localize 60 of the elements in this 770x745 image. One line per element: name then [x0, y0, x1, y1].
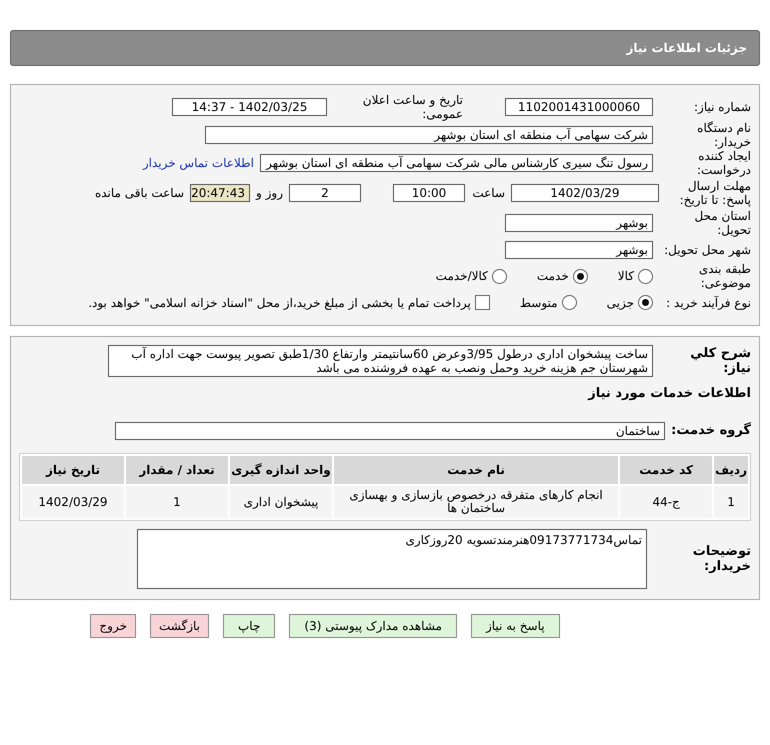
radio-button[interactable]: [638, 268, 653, 284]
input-field[interactable]: 1102001431000060: [505, 98, 653, 116]
input-field[interactable]: شرکت سهامی آب منطقه ای استان بوشهر: [205, 126, 653, 144]
table-cell: انجام کارهای متفرقه درخصوص بازسازی و بهسازی ساختمان ها: [334, 486, 618, 518]
option-label: کالا: [618, 269, 634, 283]
table-cell: 1: [714, 486, 748, 518]
option-label: متوسط: [520, 296, 558, 310]
field-label: شماره نیاز:: [693, 100, 751, 114]
field-label: شهر محل تحویل:: [663, 242, 751, 256]
column-header: تعداد / مقدار: [126, 456, 228, 484]
notes-field[interactable]: تماس09173771734هنرمندتسویه 20روزکاری: [137, 529, 647, 589]
input-field[interactable]: رسول تنگ سیری کارشناس مالی شرکت سهامی آب منطقه ای استان بوشهر: [260, 154, 653, 172]
table-cell: 1: [126, 486, 228, 518]
input-field[interactable]: 10:00: [393, 184, 465, 202]
column-header: کد خدمت: [620, 456, 712, 484]
option-label: پرداخت تمام یا بخشی از مبلغ خرید،از محل "اسناد خزانه اسلامی" خواهد بود.: [88, 296, 471, 310]
field-label: ساعت: [471, 186, 505, 200]
column-header: ردیف: [714, 456, 748, 484]
field-label: نام دستگاه خریدار:: [696, 121, 751, 149]
page-title: جزئیات اطلاعات نیاز: [10, 30, 760, 66]
field-label: ایجاد کننده درخواست:: [696, 149, 751, 177]
table-cell: ج-44: [620, 486, 712, 518]
field-label: گروه خدمت:: [671, 423, 751, 438]
input-field[interactable]: 1402/03/29: [511, 184, 659, 202]
field-label: طبقه بندی موضوعی:: [698, 262, 751, 290]
column-header: نام خدمت: [334, 456, 618, 484]
field-label: نوع فرآیند خرید :: [665, 296, 751, 310]
field-label: شرح کلي نياز:: [689, 346, 751, 376]
action-button[interactable]: خروج: [90, 614, 136, 638]
field-label: مهلت ارسال پاسخ: تا تاریخ:: [678, 179, 751, 207]
radio-button[interactable]: [492, 268, 507, 284]
input-field[interactable]: بوشهر: [505, 240, 653, 258]
input-field[interactable]: 1402/03/25 - 14:37: [172, 98, 327, 116]
input-field[interactable]: بوشهر: [505, 214, 653, 232]
input-field[interactable]: 2: [289, 184, 361, 202]
field-label: توضیحات خریدار:: [692, 544, 751, 574]
option-label: جزیی: [606, 296, 634, 310]
radio-button[interactable]: [562, 295, 577, 310]
checkbox[interactable]: [474, 295, 490, 310]
column-header: تاریخ نیاز: [22, 456, 124, 484]
column-header: واحد اندازه گیری: [230, 456, 332, 484]
action-button[interactable]: مشاهده مدارک پیوستی (3): [289, 614, 457, 638]
description-field[interactable]: ساخت پیشخوان اداری درطول 3/95وعرض 60سانتیمتر وارتفاع 1/30طبق تصویر پیوست جهت اداره آب شهرستان جم هزینه خرید وحمل ونصب به عهده فروشنده می باشد: [108, 345, 653, 377]
countdown-field: 20:47:43: [190, 184, 250, 202]
field-label: تاریخ و ساعت اعلان عمومی:: [362, 93, 463, 121]
option-label: کالا/خدمت: [436, 269, 488, 283]
table-cell: 1402/03/29: [22, 486, 124, 518]
contact-link[interactable]: اطلاعات تماس خریدار: [142, 156, 254, 170]
radio-button[interactable]: [638, 295, 653, 310]
action-button[interactable]: چاپ: [223, 614, 276, 638]
section-heading: اطلاعات خدمات مورد نیاز: [588, 386, 751, 401]
field-label: استان محل تحویل:: [693, 209, 751, 237]
input-field[interactable]: ساختمان: [115, 422, 665, 440]
action-button[interactable]: پاسخ به نیاز: [470, 614, 560, 638]
field-label: ساعت باقی مانده: [94, 186, 184, 200]
table-cell: پیشخوان اداری: [230, 486, 332, 518]
radio-button[interactable]: [572, 268, 588, 284]
action-button[interactable]: بازگشت: [150, 614, 209, 638]
option-label: خدمت: [536, 269, 569, 283]
field-label: روز و: [256, 186, 283, 200]
